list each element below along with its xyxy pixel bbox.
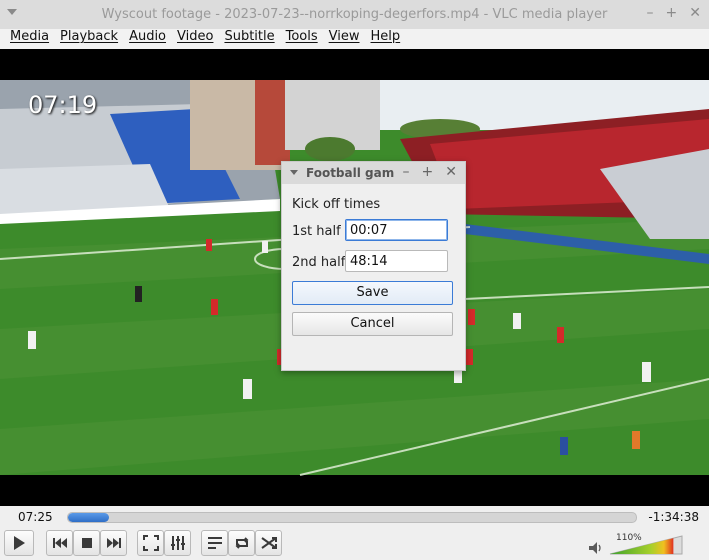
fullscreen-icon [142, 535, 159, 551]
cancel-button[interactable]: Cancel [292, 312, 453, 336]
menu-video[interactable]: Video [172, 29, 218, 49]
elapsed-time: 07:25 [18, 510, 53, 524]
title-bar: Wyscout footage - 2023-07-23--norrkoping… [0, 0, 709, 30]
second-half-input[interactable] [345, 250, 448, 272]
menu-bar: Media Playback Audio Video Subtitle Tool… [0, 29, 709, 49]
play-icon [14, 536, 25, 550]
minimize-icon[interactable]: – [647, 5, 654, 21]
loop-icon [235, 537, 248, 549]
football-game-dialog: Football game – + ✕ Kick off times 1st h… [281, 161, 466, 371]
previous-icon [52, 538, 67, 548]
menu-subtitle[interactable]: Subtitle [219, 29, 279, 49]
stop-button[interactable] [73, 530, 100, 556]
loop-button[interactable] [228, 530, 255, 556]
first-half-input[interactable] [345, 219, 448, 241]
maximize-icon[interactable]: + [666, 5, 678, 21]
kick-off-heading: Kick off times [292, 197, 381, 212]
menu-view[interactable]: View [324, 29, 365, 49]
seek-row: 07:25 -1:34:38 [0, 506, 709, 528]
fullscreen-button[interactable] [137, 530, 164, 556]
extended-settings-button[interactable] [164, 530, 191, 556]
playlist-button[interactable] [201, 530, 228, 556]
remaining-time[interactable]: -1:34:38 [648, 510, 699, 524]
dialog-minimize-icon[interactable]: – [403, 164, 410, 180]
second-half-label: 2nd half [292, 255, 346, 270]
dialog-menu-icon[interactable] [290, 170, 298, 175]
speaker-icon [589, 542, 601, 554]
shuffle-icon [260, 537, 277, 549]
volume-control[interactable]: 110% [588, 528, 688, 560]
timecode-overlay: 07:19 [28, 91, 98, 119]
save-button[interactable]: Save [292, 281, 453, 305]
window-title: Wyscout footage - 2023-07-23--norrkoping… [101, 7, 608, 22]
seek-progress [68, 513, 110, 522]
seek-bar[interactable] [67, 512, 637, 523]
menu-tools[interactable]: Tools [281, 29, 323, 49]
menu-audio[interactable]: Audio [124, 29, 171, 49]
playlist-icon [207, 537, 222, 549]
dialog-maximize-icon[interactable]: + [422, 164, 434, 180]
menu-media[interactable]: Media [0, 29, 54, 49]
shuffle-button[interactable] [255, 530, 282, 556]
next-button[interactable] [100, 530, 127, 556]
stop-icon [81, 538, 92, 548]
play-button[interactable] [4, 530, 34, 556]
next-icon [106, 538, 121, 548]
previous-button[interactable] [46, 530, 73, 556]
volume-slider[interactable] [608, 532, 684, 556]
dialog-title: Football game [306, 166, 394, 180]
close-icon[interactable]: ✕ [689, 5, 701, 21]
menu-playback[interactable]: Playback [55, 29, 123, 49]
controls-row: 110% [0, 528, 709, 560]
dialog-title-bar: Football game – + ✕ [282, 162, 465, 184]
dialog-close-icon[interactable]: ✕ [445, 164, 457, 180]
extended-settings-icon [170, 536, 185, 550]
menu-help[interactable]: Help [366, 29, 406, 49]
first-half-label: 1st half [292, 224, 341, 239]
